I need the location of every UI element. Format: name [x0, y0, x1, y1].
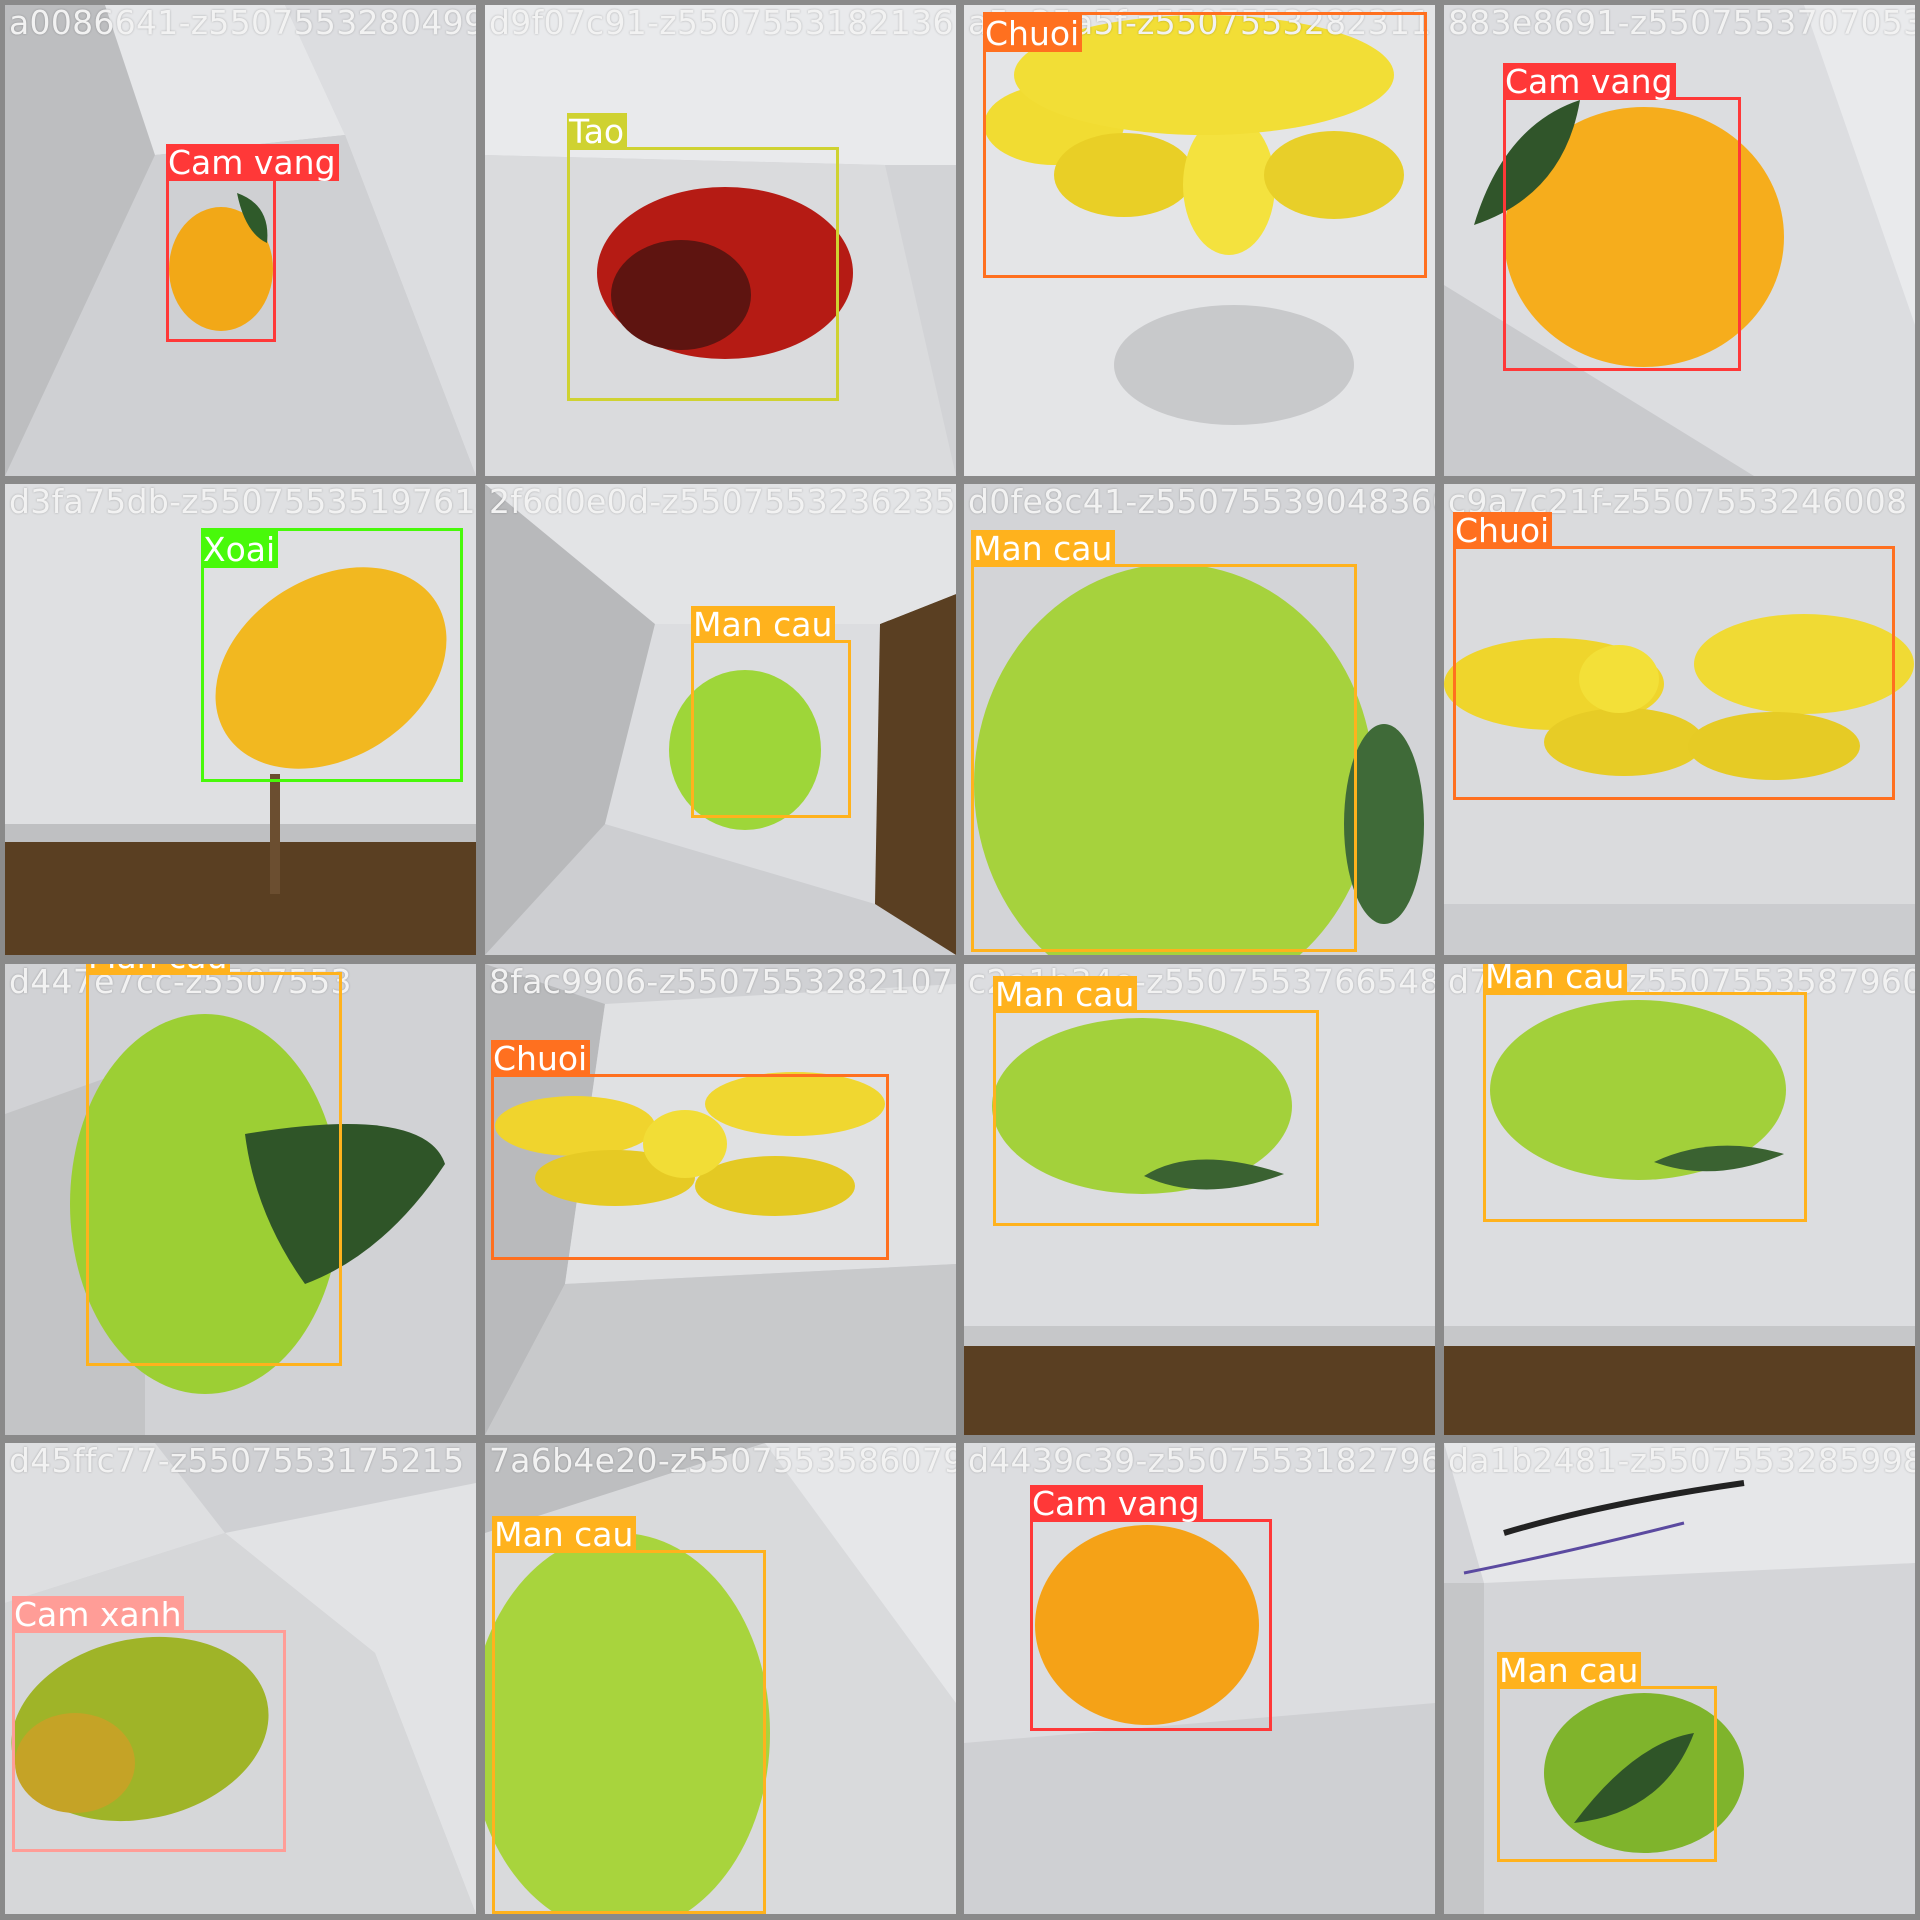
tile-filename: d45ffc77-z5507553175215 [9, 1443, 465, 1480]
tile-filename: 883e8691-z5507553707053307 [1448, 5, 1915, 42]
tile-filename: da1b2481-z5507553285998 [1448, 1443, 1915, 1480]
image-tile: d4439c39-z5507553182796 Cam vang [964, 1443, 1435, 1914]
detection-label: Tao [567, 113, 628, 150]
bounding-box: Man cau [1483, 964, 1807, 1222]
detection-label: Chuoi [1453, 512, 1553, 549]
detection-label: Man cau [971, 530, 1116, 567]
bounding-box: Man cau [492, 1516, 766, 1914]
bounding-box: Man cau [971, 530, 1357, 952]
bounding-box: Cam vang [1030, 1485, 1272, 1731]
image-tile: d0fe8c41-z5507553904836013482 Man cau [964, 484, 1435, 955]
bounding-box: Cam vang [1503, 63, 1741, 371]
bounding-box: Man cau [993, 976, 1319, 1226]
detection-label: Man cau [492, 1516, 637, 1553]
tile-filename: d4439c39-z5507553182796 [968, 1443, 1435, 1480]
image-tile: 8fac9906-z5507553282107 Chuoi [485, 964, 956, 1435]
image-tile: d447e7cc-z5507553 Man cau [5, 964, 476, 1435]
detection-mosaic: a0086641-z5507553280499 Cam vang d9f07c9… [0, 0, 1920, 1920]
detection-label: Xoai [201, 531, 279, 568]
tile-filename: 7a6b4e20-z5507553586079952 [489, 1443, 956, 1480]
image-tile: d9f07c91-z5507553182136193 Tao [485, 5, 956, 476]
detection-label: Man cau [86, 964, 231, 975]
bounding-box: Man cau [86, 964, 342, 1366]
bounding-box: Xoai [201, 528, 463, 782]
detection-label: Cam vang [1503, 63, 1676, 100]
bounding-box: Chuoi [1453, 512, 1895, 800]
image-tile: c2a1b34e-z55075537665480 Man cau [964, 964, 1435, 1435]
detection-label: Chuoi [983, 15, 1083, 52]
image-tile: d7e55a10-z5507553587960 Man cau [1444, 964, 1915, 1435]
image-tile: d45ffc77-z5507553175215 Cam xanh [5, 1443, 476, 1914]
tile-filename: 8fac9906-z5507553282107 [489, 964, 954, 1001]
image-tile: 2f6d0e0d-z5507553236235152 Man cau [485, 484, 956, 955]
bounding-box: Man cau [1497, 1652, 1717, 1862]
image-tile: a5e35a5f-z5507553282311 Chuoi [964, 5, 1435, 476]
bounding-box: Man cau [691, 606, 851, 818]
bounding-box: Cam vang [166, 144, 339, 342]
tile-filename: d3fa75db-z5507553519761426 [9, 484, 476, 521]
tile-filename: d0fe8c41-z5507553904836013482 [968, 484, 1435, 521]
bounding-box: Tao [567, 113, 839, 401]
tile-filename: d9f07c91-z5507553182136193 [489, 5, 956, 42]
detection-label: Man cau [993, 976, 1138, 1013]
detection-label: Man cau [691, 606, 836, 643]
image-tile: 7a6b4e20-z5507553586079952 Man cau [485, 1443, 956, 1914]
detection-label: Man cau [1497, 1652, 1642, 1689]
bounding-box: Chuoi [983, 12, 1427, 278]
bounding-box: Chuoi [491, 1040, 889, 1260]
detection-label: Cam xanh [12, 1596, 185, 1633]
image-tile: d3fa75db-z5507553519761426 Xoai [5, 484, 476, 955]
detection-label: Cam vang [1030, 1485, 1203, 1522]
tile-filename: 2f6d0e0d-z5507553236235152 [489, 484, 956, 521]
detection-label: Man cau [1483, 964, 1628, 995]
tile-filename: a0086641-z5507553280499 [9, 5, 476, 42]
detection-label: Cam vang [166, 144, 339, 181]
image-tile: da1b2481-z5507553285998 Man cau [1444, 1443, 1915, 1914]
image-tile: 883e8691-z5507553707053307 Cam vang [1444, 5, 1915, 476]
detection-label: Chuoi [491, 1040, 591, 1077]
image-tile: c9a7c21f-z5507553246008 Chuoi [1444, 484, 1915, 955]
bounding-box: Cam xanh [12, 1596, 286, 1852]
image-tile: a0086641-z5507553280499 Cam vang [5, 5, 476, 476]
